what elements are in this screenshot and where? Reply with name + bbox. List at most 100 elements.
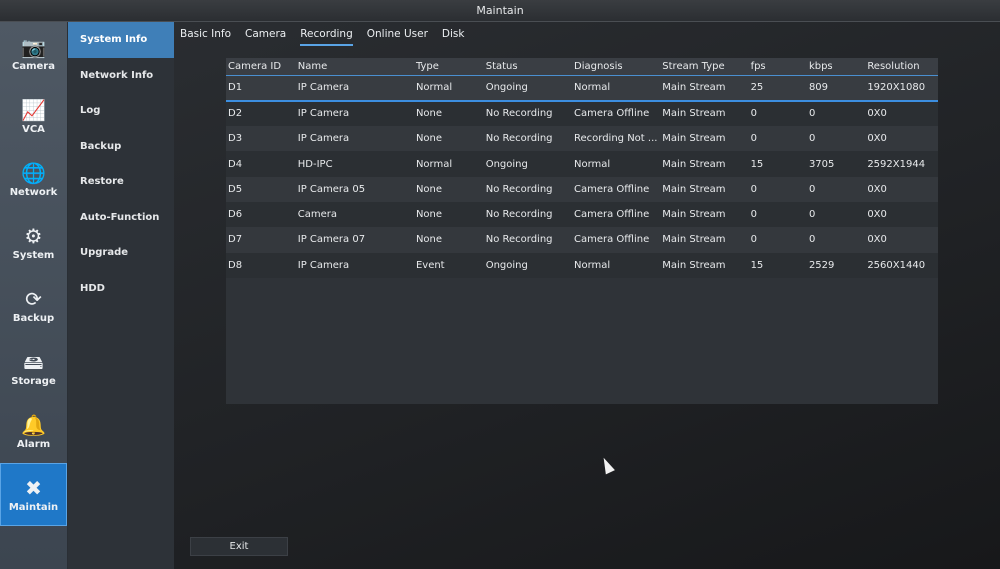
nav-item-storage[interactable]: 🖴 Storage <box>0 337 67 400</box>
table-cell: 0 <box>748 126 807 152</box>
column-header[interactable]: Diagnosis <box>572 58 661 76</box>
tab-disk[interactable]: Disk <box>442 26 465 46</box>
table-cell: Camera Offline <box>572 100 661 127</box>
table-header-row: Camera ID Name Type Status Diagnosis Stream T… <box>226 58 938 76</box>
recording-table-panel: Camera ID Name Type Status Diagnosis Stream T… <box>226 58 938 404</box>
table-cell: Main Stream <box>660 151 749 177</box>
window-title-bar: Maintain <box>0 0 1000 22</box>
table-cell: 0X0 <box>865 201 938 228</box>
tab-camera[interactable]: Camera <box>245 26 286 46</box>
table-cell: Main Stream <box>660 100 749 127</box>
table-cell: None <box>413 176 484 202</box>
nav-item-label: Camera <box>12 60 55 72</box>
table-cell: IP Camera <box>295 75 414 102</box>
column-header[interactable]: fps <box>748 58 807 76</box>
nav-item-label: System <box>12 249 55 261</box>
table-cell: 3705 <box>806 151 866 177</box>
sub-nav-item-restore[interactable]: Restore <box>68 164 174 200</box>
storage-icon: 🖴 <box>23 349 44 374</box>
table-cell: 1920X1080 <box>865 75 938 102</box>
table-cell: Main Stream <box>660 252 749 278</box>
table-cell: IP Camera <box>295 100 414 127</box>
nav-item-label: Maintain <box>8 501 59 513</box>
nav-item-alarm[interactable]: 🔔 Alarm <box>0 400 67 463</box>
backup-icon: ⟳ <box>25 286 42 311</box>
tab-recording[interactable]: Recording <box>300 26 353 46</box>
sub-nav-item-auto-function[interactable]: Auto-Function <box>68 200 174 236</box>
nav-item-maintain[interactable]: ✖ Maintain <box>0 463 67 526</box>
table-cell: 0 <box>806 176 866 202</box>
table-cell: 0 <box>806 126 866 152</box>
table-cell: D3 <box>226 126 296 152</box>
nav-item-label: Storage <box>11 375 56 387</box>
sub-nav-item-upgrade[interactable]: Upgrade <box>68 235 174 271</box>
sub-nav-item-backup[interactable]: Backup <box>68 129 174 165</box>
table-cell: Ongoing <box>483 151 572 177</box>
column-header[interactable]: Resolution <box>865 58 938 76</box>
table-row[interactable]: D6 Camera None No Recording Camera Offline Ma… <box>226 201 938 228</box>
table-row[interactable]: D3 IP Camera None No Recording Recording Not… <box>226 126 938 152</box>
column-header[interactable]: Camera ID <box>226 58 296 76</box>
table-cell: 0 <box>748 227 807 253</box>
table-row[interactable]: D4 HD-IPC Normal Ongoing Normal Main Stream 15… <box>226 151 938 177</box>
table-cell: None <box>413 201 484 228</box>
table-cell: None <box>413 100 484 127</box>
table-row[interactable]: D5 IP Camera 05 None No Recording Camera Off… <box>226 176 938 202</box>
sub-nav-item-system-info[interactable]: System Info <box>68 22 174 58</box>
table-cell: HD-IPC <box>295 151 414 177</box>
table-cell: 2592X1944 <box>865 151 938 177</box>
tools-icon: ✖ <box>25 475 42 500</box>
system-gear-icon: ⚙ <box>24 223 43 248</box>
column-header[interactable]: Stream Type <box>660 58 749 76</box>
column-header[interactable]: Name <box>295 58 414 76</box>
nav-item-label: Backup <box>12 312 55 324</box>
table-cell: None <box>413 126 484 152</box>
recording-table: Camera ID Name Type Status Diagnosis Stream T… <box>226 58 938 278</box>
table-cell: Normal <box>572 75 661 102</box>
table-row[interactable]: D8 IP Camera Event Ongoing Normal Main Stream… <box>226 252 938 278</box>
vca-icon: 📈 <box>21 97 46 122</box>
sub-nav-item-network-info[interactable]: Network Info <box>68 58 174 94</box>
table-cell: 0 <box>806 100 866 127</box>
column-header[interactable]: kbps <box>806 58 866 76</box>
table-cell: 0X0 <box>865 126 938 152</box>
table-cell: Main Stream <box>660 75 749 102</box>
table-cell: No Recording <box>483 126 572 152</box>
table-cell: No Recording <box>483 100 572 127</box>
column-header[interactable]: Type <box>413 58 484 76</box>
table-cell: Normal <box>572 252 661 278</box>
table-cell: IP Camera 05 <box>295 176 414 202</box>
table-cell: D4 <box>226 151 296 177</box>
table-cell: Ongoing <box>483 252 572 278</box>
exit-button[interactable]: Exit <box>190 537 288 556</box>
tab-bar: Basic Info Camera Recording Online User Disk <box>180 26 464 46</box>
main-content: Basic Info Camera Recording Online User Disk… <box>174 22 1000 569</box>
table-row[interactable]: D7 IP Camera 07 None No Recording Camera Off… <box>226 227 938 253</box>
table-cell: 0 <box>748 201 807 228</box>
table-cell: 0 <box>748 176 807 202</box>
table-cell: No Recording <box>483 227 572 253</box>
sub-nav-item-hdd[interactable]: HDD <box>68 271 174 307</box>
table-cell: Normal <box>413 75 484 102</box>
table-cell: Camera Offline <box>572 201 661 228</box>
table-cell: Ongoing <box>483 75 572 102</box>
table-cell: 0X0 <box>865 100 938 127</box>
table-row[interactable]: D2 IP Camera None No Recording Camera Offlin… <box>226 100 938 127</box>
camera-icon: 📷 <box>21 34 46 59</box>
table-cell: Camera Offline <box>572 227 661 253</box>
table-row[interactable]: D1 IP Camera Normal Ongoing Normal Main Strea… <box>226 75 938 102</box>
nav-item-backup[interactable]: ⟳ Backup <box>0 274 67 337</box>
table-cell: Main Stream <box>660 201 749 228</box>
table-cell: Camera <box>295 201 414 228</box>
nav-item-label: Alarm <box>16 438 51 450</box>
table-cell: 25 <box>748 75 807 102</box>
nav-item-network[interactable]: 🌐 Network <box>0 148 67 211</box>
nav-item-vca[interactable]: 📈 VCA <box>0 85 67 148</box>
nav-item-system[interactable]: ⚙ System <box>0 211 67 274</box>
nav-item-camera[interactable]: 📷 Camera <box>0 22 67 85</box>
tab-basic-info[interactable]: Basic Info <box>180 26 231 46</box>
tab-online-user[interactable]: Online User <box>367 26 428 46</box>
table-cell: Main Stream <box>660 126 749 152</box>
sub-nav-item-log[interactable]: Log <box>68 93 174 129</box>
column-header[interactable]: Status <box>483 58 572 76</box>
